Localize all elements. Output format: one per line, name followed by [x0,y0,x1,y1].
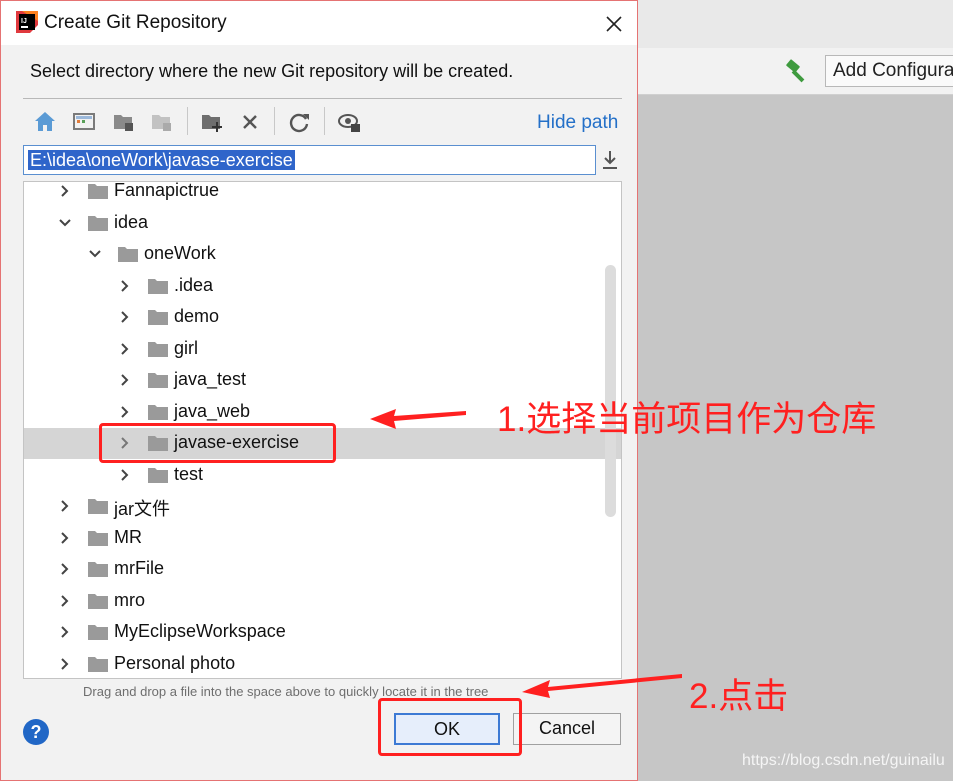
annotation-highlight-ok [378,698,522,756]
tree-row-label: mrFile [114,558,164,578]
show-hidden-files-icon[interactable] [337,109,363,135]
chevron-right-icon[interactable] [57,530,73,546]
home-icon[interactable] [32,109,58,135]
folder-icon [88,215,108,231]
annotation-highlight-folder [99,423,336,463]
folder-icon [88,625,108,640]
close-icon[interactable] [599,9,629,39]
folder-icon [148,373,168,388]
tree-row-label: idea [114,211,149,232]
chevron-right-icon[interactable] [57,593,73,609]
folder-icon [118,247,138,262]
chevron-down-icon[interactable] [87,246,103,262]
path-input[interactable]: E:\idea\oneWork\javase-exercise [23,145,596,175]
chevron-right-icon[interactable] [57,656,73,672]
chevron-right-icon[interactable] [117,467,133,483]
path-input-text: E:\idea\oneWork\javase-exercise [28,150,295,170]
chevron-right-icon[interactable] [117,278,133,294]
chevron-right-icon[interactable] [57,624,73,640]
tree-row-label: MR [114,526,142,547]
build-hammer-icon[interactable] [784,58,810,84]
dialog-title-bar: IJ Create Git Repository [1,1,637,45]
ide-tab-strip [638,0,953,48]
dialog-title: Create Git Repository [44,12,227,33]
toolbar-separator [187,107,188,135]
folder-icon [88,593,108,609]
chevron-right-icon[interactable] [117,309,133,325]
folder-icon [88,499,108,514]
toolbar-separator [274,107,275,135]
folder-icon [88,562,108,577]
tree-row-label: Personal photo [114,652,236,673]
tree-row[interactable]: mrFile [24,554,621,585]
tree-row-label: mro [114,589,145,610]
folder-icon [88,184,108,199]
divider [23,98,622,99]
annotation-step1-text: 1.选择当前项目作为仓库 [497,400,877,439]
tree-row[interactable]: girl [24,334,621,365]
delete-icon[interactable] [237,109,263,135]
tree-row[interactable]: idea [24,208,621,239]
folder-icon [148,467,168,483]
tree-row-label: java_web [174,400,251,421]
watermark: https://blog.csdn.net/guinailu [742,752,945,769]
tree-row-label: demo [174,306,220,326]
tree-row-label: oneWork [144,243,216,263]
folder-icon [148,278,168,294]
project-folder-icon[interactable] [111,109,137,135]
instruction-text: Select directory where the new Git repos… [30,61,514,81]
drag-drop-hint: Drag and drop a file into the space abov… [83,684,489,699]
annotation-arrow-icon [370,409,466,429]
chevron-right-icon[interactable] [57,183,73,199]
tree-row-label: Fannapictrue [114,181,220,200]
annotation-arrow-icon [522,674,682,698]
tree-row[interactable]: test [24,460,621,491]
svg-text:IJ: IJ [21,18,27,25]
tree-row-label: test [174,463,204,484]
tree-row[interactable]: oneWork [24,239,621,270]
tree-row-label: jar文件 [114,499,171,519]
tree-row-label: MyEclipseWorkspace [114,621,286,641]
toolbar-separator [324,107,325,135]
cancel-button[interactable]: Cancel [513,713,621,745]
folder-icon [148,310,168,325]
intellij-app-icon: IJ [16,11,38,33]
chevron-right-icon[interactable] [117,404,133,420]
tree-row[interactable]: mro [24,586,621,617]
refresh-icon[interactable] [286,109,312,135]
tree-row[interactable]: Fannapictrue [24,181,621,207]
tree-row-label: .idea [174,274,214,295]
hide-path-link[interactable]: Hide path [537,112,618,134]
tree-row[interactable]: MR [24,523,621,554]
folder-icon [148,341,168,357]
chevron-right-icon[interactable] [57,498,73,514]
folder-icon [88,656,108,672]
tree-row[interactable]: demo [24,302,621,333]
chevron-down-icon[interactable] [57,215,73,231]
module-folder-icon[interactable] [149,109,175,135]
tree-row-label: java_test [174,369,247,389]
chevron-right-icon[interactable] [57,561,73,577]
desktop-icon[interactable] [71,109,97,135]
help-icon[interactable]: ? [23,719,49,745]
chevron-right-icon[interactable] [117,341,133,357]
download-icon[interactable] [599,149,621,171]
annotation-step2-text: 2.点击 [689,677,789,716]
add-configuration-button[interactable]: Add Configura [825,55,953,87]
tree-row[interactable]: jar文件 [24,491,621,522]
chevron-right-icon[interactable] [117,372,133,388]
folder-icon [148,404,168,420]
new-folder-icon[interactable] [199,109,225,135]
tree-row[interactable]: .idea [24,271,621,302]
tree-row[interactable]: MyEclipseWorkspace [24,617,621,648]
folder-icon [88,530,108,546]
tree-row-label: girl [174,337,199,358]
